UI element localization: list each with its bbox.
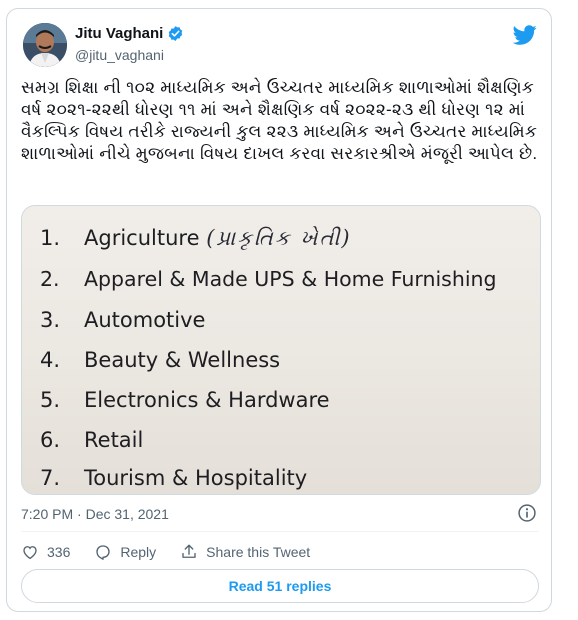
tweet-timestamp[interactable]: 7:20 PM · Dec 31, 2021 (21, 506, 169, 522)
list-item: 7. Tourism & Hospitality (40, 466, 308, 490)
list-item: 5. Electronics & Hardware (40, 388, 330, 412)
divider (21, 531, 539, 532)
share-button[interactable]: Share this Tweet (180, 543, 310, 561)
tweet-text: સમગ્ર શિક્ષા ની ૧૦૨ માધ્યમિક અને ઉચ્ચતર … (21, 78, 538, 163)
twitter-logo-icon[interactable] (513, 23, 537, 47)
verified-badge-icon (169, 26, 183, 41)
avatar[interactable] (23, 23, 67, 67)
share-label: Share this Tweet (206, 544, 311, 560)
handwritten-note: (પ્રાકૃતિક ખેતી) (206, 226, 352, 250)
tweet-media-image[interactable]: 1. Agriculture (પ્રાકૃતિક ખેતી) 2. Apparel… (21, 205, 541, 495)
list-item: 3. Automotive (40, 308, 206, 332)
tweet-card: Jitu Vaghani @jitu_vaghani સમગ્ર શિક્ષા … (6, 8, 552, 612)
list-item: 2. Apparel & Made UPS & Home Furnishing (40, 267, 497, 291)
heart-icon (23, 546, 37, 560)
reply-label: Reply (120, 544, 157, 560)
author-handle[interactable]: @jitu_vaghani (75, 47, 164, 63)
read-replies-button[interactable]: Read 51 replies (21, 569, 539, 603)
reply-icon (96, 545, 111, 560)
list-item: 6. Retail (40, 428, 144, 452)
share-icon (182, 544, 196, 558)
reply-button[interactable]: Reply (94, 543, 156, 561)
display-name[interactable]: Jitu Vaghani (75, 25, 163, 42)
info-icon[interactable] (517, 503, 537, 523)
list-item: 1. Agriculture (પ્રાકૃતિક ખેતી) (40, 226, 352, 250)
like-button[interactable]: 336 (21, 543, 70, 561)
author-name-row[interactable]: Jitu Vaghani (75, 25, 184, 42)
tweet-actions: 336 Reply Share this Tweet (21, 543, 334, 561)
like-count: 336 (47, 544, 71, 560)
list-item: 4. Beauty & Wellness (40, 348, 281, 372)
